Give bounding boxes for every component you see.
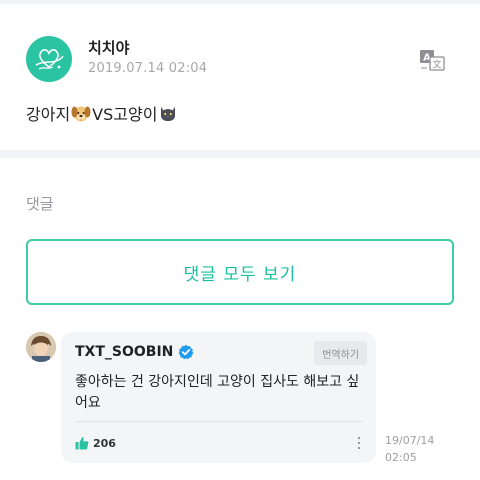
translate-button[interactable]: A 文: [418, 48, 450, 72]
thumbs-up-icon: [75, 436, 89, 450]
comment-author[interactable]: TXT_SOOBIN: [75, 344, 173, 360]
post-text-part2: VS고양이: [92, 105, 158, 124]
author-avatar[interactable]: [26, 36, 72, 82]
comment-translate-button[interactable]: 번역하기: [314, 341, 367, 365]
like-count: 206: [93, 436, 116, 450]
more-options-icon[interactable]: [356, 436, 362, 450]
avatar-photo-icon: [26, 332, 56, 362]
post-text: 강아지 VS고양이: [26, 101, 179, 125]
like-button[interactable]: 206: [75, 436, 116, 450]
comment-time: 02:05: [385, 451, 417, 464]
view-all-comments-button[interactable]: 댓글 모두 보기: [26, 239, 454, 305]
post-author[interactable]: 치치야: [88, 37, 129, 58]
comments-label: 댓글: [26, 195, 54, 213]
verified-badge-icon: [178, 344, 194, 360]
post-date: 2019.07.14 02:04: [88, 61, 208, 76]
avatar-logo-icon: [35, 49, 64, 70]
post-text-part1: 강아지: [26, 105, 71, 124]
translate-icon: A 文: [420, 50, 445, 71]
comment-card: TXT_SOOBIN 번역하기 좋아하는 건 강아지인데 고양이 집사도 해보고…: [61, 332, 376, 463]
section-divider: [0, 150, 480, 158]
comment-date: 19/07/14: [385, 434, 435, 447]
dog-face-icon: [71, 106, 91, 122]
comment-text: 좋아하는 건 강아지인데 고양이 집사도 해보고 싶어요: [75, 374, 360, 411]
comment-author-row: TXT_SOOBIN: [75, 344, 194, 360]
comment-avatar[interactable]: [26, 332, 56, 362]
cat-face-icon: [161, 107, 176, 121]
comment-divider: [75, 421, 363, 422]
comment-timestamp: 19/07/14 02:05: [385, 432, 434, 466]
svg-text:文: 文: [432, 59, 441, 71]
view-all-comments-label: 댓글 모두 보기: [183, 264, 297, 285]
post: 치치야 2019.07.14 02:04 A 文 강아지 VS고양이: [0, 4, 480, 150]
